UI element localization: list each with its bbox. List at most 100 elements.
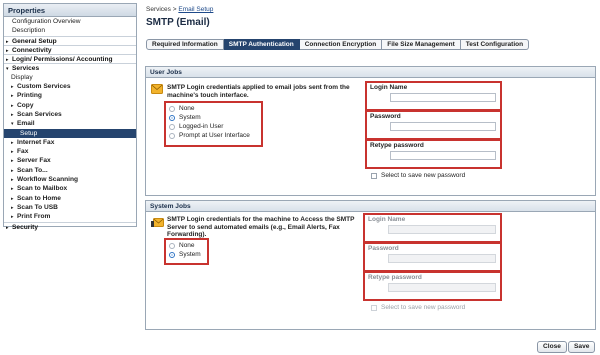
sidebar-item-label: Scan to Mailbox [17,185,68,193]
retype-password-label: Retype password [370,142,424,149]
sidebar-item-scan-to-usb[interactable]: ▸ Scan To USB [4,203,136,212]
properties-sidebar: Properties Configuration Overview Descrip… [3,3,137,231]
radio-unselected-icon[interactable] [169,105,175,112]
system-jobs-title: System Jobs [146,201,595,212]
sidebar-item-internet-fax[interactable]: ▸ Internet Fax [4,138,136,147]
tab-required-information[interactable]: Required Information [146,39,224,50]
system-login-name-input[interactable] [388,225,496,234]
breadcrumb-current[interactable]: Email Setup [178,6,213,13]
breadcrumb: Services > Email Setup [146,6,213,13]
sidebar-item-label: Description [12,27,45,35]
sidebar-item-label: Print From [17,213,51,221]
save-password-row[interactable]: Select to save new password [371,172,465,179]
sidebar-item-workflow-scanning[interactable]: ▸ Workflow Scanning [4,175,136,184]
sidebar-item-label: Display [11,73,33,81]
save-password-checkbox[interactable] [371,172,377,179]
password-label: Password [370,113,401,120]
system-jobs-options: None System [164,238,209,265]
system-retype-password-box: Retype password [363,271,502,301]
sidebar-item-label: Scan to Home [17,194,61,202]
system-retype-password-label: Retype password [368,274,422,281]
sidebar-item-description[interactable]: Description [4,26,136,35]
sidebar-item-connectivity[interactable]: ▸ Connectivity [4,44,136,54]
system-login-name-label: Login Name [368,216,406,223]
radio-option-none[interactable]: None [169,104,261,113]
sidebar-item-display[interactable]: Display [4,73,136,82]
radio-unselected-icon[interactable] [169,123,175,130]
password-input[interactable] [390,122,496,131]
sidebar-item-label: General Setup [12,37,57,45]
system-password-box: Password [363,242,502,272]
sidebar-item-label: Security [12,223,39,231]
radio-selected-icon[interactable] [169,114,175,121]
system-jobs-description: SMTP Login credentials for the machine t… [167,216,355,238]
system-save-password-row[interactable]: Select to save new password [371,304,465,311]
radio-selected-icon[interactable] [169,251,175,258]
sidebar-item-label: Printing [17,92,42,100]
radio-unselected-icon[interactable] [169,242,175,249]
sidebar-item-scan-to[interactable]: ▸ Scan To... [4,166,136,175]
tab-test-configuration[interactable]: Test Configuration [460,39,530,50]
close-button[interactable]: Close [537,341,567,353]
radio-option-logged-in-user[interactable]: Logged-in User [169,122,261,131]
radio-option-system[interactable]: System [169,250,207,259]
sidebar-item-fax[interactable]: ▸ Fax [4,147,136,156]
user-jobs-title: User Jobs [146,67,595,78]
sidebar-item-label: Scan Services [17,110,62,118]
sidebar-item-scan-to-mailbox[interactable]: ▸ Scan to Mailbox [4,184,136,193]
sidebar-title: Properties [4,4,136,17]
sidebar-item-setup[interactable]: Setup [4,128,136,138]
breadcrumb-root[interactable]: Services [146,6,171,13]
sidebar-item-label: Copy [17,101,34,109]
radio-unselected-icon[interactable] [169,132,175,139]
breadcrumb-separator: > [172,6,177,13]
login-name-box: Login Name [365,81,502,111]
sidebar-item-label: Email [17,120,35,128]
sidebar-nav: Configuration Overview Description ▸ Genera… [4,17,136,231]
radio-option-system[interactable]: System [169,113,261,122]
radio-option-prompt-at-user-interface[interactable]: Prompt at User Interface [169,131,261,140]
sidebar-item-custom-services[interactable]: ▸ Custom Services [4,82,136,91]
sidebar-item-label: Services [12,65,40,73]
sidebar-item-general-setup[interactable]: ▸ General Setup [4,35,136,45]
sidebar-item-label: Internet Fax [17,138,55,146]
system-retype-password-input[interactable] [388,283,496,292]
user-jobs-description: SMTP Login credentials applied to email … [167,84,350,99]
login-name-input[interactable] [390,93,496,102]
sidebar-item-security[interactable]: ▸ Security [4,221,136,231]
sidebar-item-label: Scan To USB [17,203,58,211]
sidebar-item-label: Custom Services [17,83,71,91]
system-save-password-label: Select to save new password [381,304,466,311]
tab-connection-encryption[interactable]: Connection Encryption [299,39,383,50]
radio-label: None [179,242,195,249]
system-login-name-box: Login Name [363,213,502,243]
tab-file-size-management[interactable]: File Size Management [382,39,461,50]
sidebar-item-printing[interactable]: ▸ Printing [4,91,136,100]
sidebar-item-services[interactable]: ▾ Services [4,63,136,72]
sidebar-item-scan-services[interactable]: ▸ Scan Services [4,110,136,119]
sidebar-item-label: Connectivity [12,46,52,54]
sidebar-item-configuration-overview[interactable]: Configuration Overview [4,17,136,26]
sidebar-item-copy[interactable]: ▸ Copy [4,101,136,110]
tab-smtp-authentication[interactable]: SMTP Authentication [223,39,300,50]
radio-option-none[interactable]: None [169,241,207,250]
retype-password-input[interactable] [390,151,496,160]
sidebar-item-label: Scan To... [17,166,48,174]
system-jobs-section: System Jobs SMTP Login credentials for t… [145,200,596,330]
system-password-input[interactable] [388,254,496,263]
sidebar-item-label: Configuration Overview [12,18,81,25]
sidebar-item-label: Fax [17,148,29,156]
radio-label: System [179,251,201,258]
system-save-password-checkbox[interactable] [371,304,377,311]
sidebar-item-login-permissions-accounting[interactable]: ▸ Login/ Permissions/ Accounting [4,54,136,63]
sidebar-item-server-fax[interactable]: ▸ Server Fax [4,156,136,165]
save-button[interactable]: Save [568,341,596,353]
sidebar-item-label: Server Fax [17,157,51,165]
user-jobs-section: User Jobs SMTP Login credentials applied… [145,66,596,196]
sidebar-item-scan-to-home[interactable]: ▸ Scan to Home [4,194,136,203]
sidebar-item-email[interactable]: ▾ Email [4,119,136,128]
page-title: SMTP (Email) [146,17,210,28]
password-box: Password [365,110,502,140]
login-name-label: Login Name [370,84,408,91]
sidebar-item-print-from[interactable]: ▸ Print From [4,212,136,221]
